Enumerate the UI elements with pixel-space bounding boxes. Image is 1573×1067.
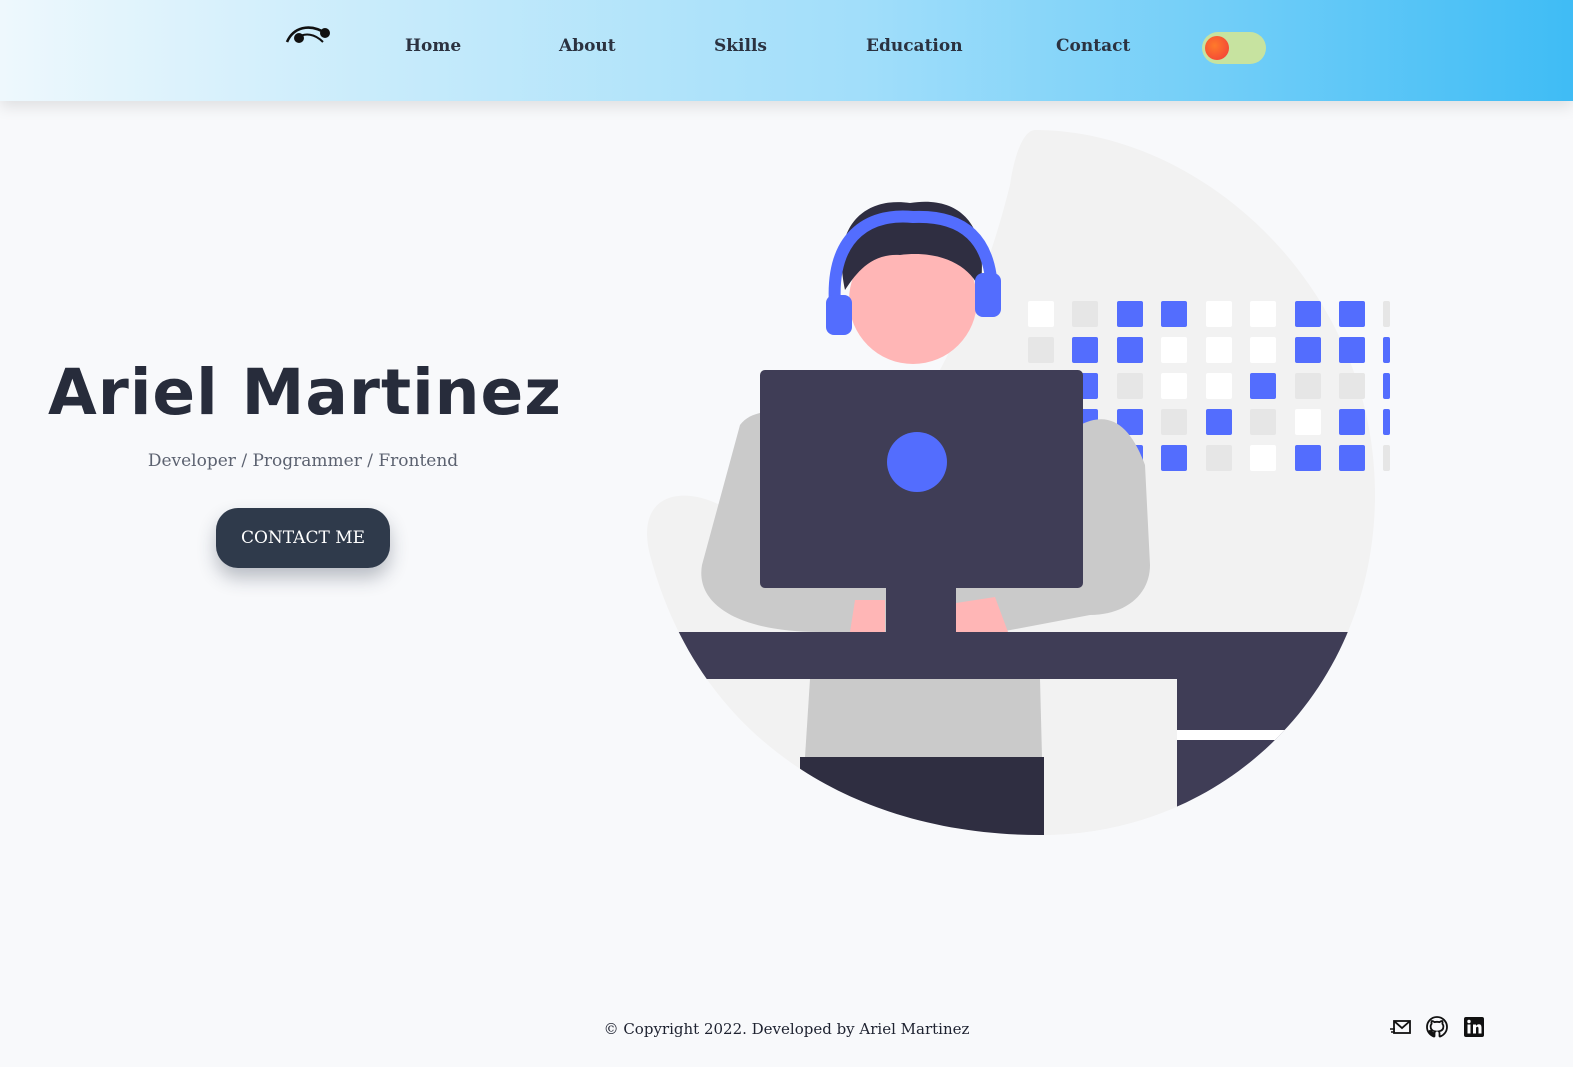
developer-at-computer-illustration xyxy=(647,130,1390,835)
theme-toggle-icon xyxy=(1205,36,1229,60)
nav-link-skills[interactable]: Skills xyxy=(714,36,767,56)
contact-me-button[interactable]: CONTACT ME xyxy=(216,508,390,568)
mail-icon[interactable] xyxy=(1389,1015,1413,1039)
navbar: Home About Skills Education Contact xyxy=(0,0,1573,101)
theme-toggle[interactable] xyxy=(1202,32,1266,64)
nav-link-education[interactable]: Education xyxy=(866,36,963,56)
github-icon[interactable] xyxy=(1425,1015,1449,1039)
hero-name: Ariel Martinez xyxy=(48,356,562,429)
nav-link-home[interactable]: Home xyxy=(405,36,461,56)
signature-logo-icon[interactable] xyxy=(283,20,335,52)
nav-link-contact[interactable]: Contact xyxy=(1056,36,1130,56)
linkedin-icon[interactable] xyxy=(1462,1015,1486,1039)
hero-subtitle: Developer / Programmer / Frontend xyxy=(147,451,459,471)
copyright-text: © Copyright 2022. Developed by Ariel Mar… xyxy=(603,1020,970,1038)
nav-link-about[interactable]: About xyxy=(559,36,616,56)
